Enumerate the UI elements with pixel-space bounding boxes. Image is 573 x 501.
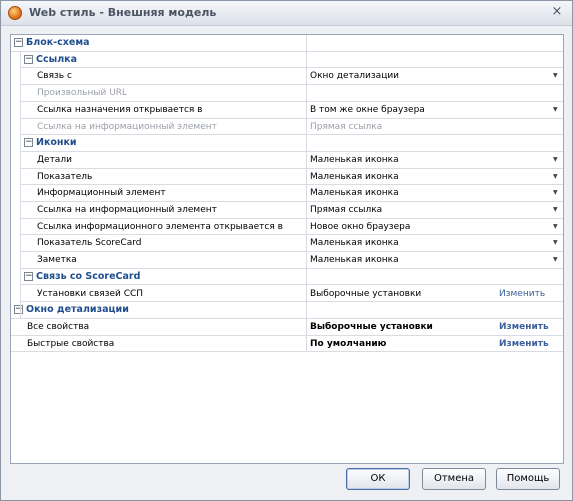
property-value[interactable]: Маленькая иконка bbox=[307, 152, 399, 168]
edit-link[interactable]: Изменить bbox=[499, 286, 545, 302]
property-name: Установки связей ССП bbox=[37, 288, 144, 299]
property-value[interactable]: Прямая ссылка bbox=[307, 202, 382, 218]
dropdown-arrow-icon[interactable]: ▼ bbox=[553, 68, 558, 84]
property-row[interactable]: Быстрые свойства По умолчанию Изменить bbox=[11, 336, 563, 352]
property-name: Ссылка на информационный элемент bbox=[37, 121, 217, 132]
property-name: Произвольный URL bbox=[37, 88, 128, 99]
dropdown-arrow-icon[interactable]: ▼ bbox=[553, 185, 558, 201]
property-name: Ссылка на информационный элемент bbox=[37, 205, 217, 215]
ok-button[interactable]: ОК bbox=[346, 468, 410, 490]
collapse-icon[interactable]: − bbox=[24, 138, 33, 148]
property-row[interactable]: Ссылка назначения открывается в В том же … bbox=[11, 102, 563, 118]
section-title: Блок-схема bbox=[26, 37, 90, 48]
indent-guide bbox=[20, 51, 21, 319]
property-value[interactable]: Маленькая иконка bbox=[307, 169, 399, 185]
property-row[interactable]: Показатель Маленькая иконка ▼ bbox=[11, 169, 563, 185]
section-title: Связь со ScoreCard bbox=[36, 270, 141, 282]
property-value[interactable]: Маленькая иконка bbox=[307, 252, 399, 268]
property-row[interactable]: Информационный элемент Маленькая иконка ▼ bbox=[11, 185, 563, 201]
dropdown-arrow-icon[interactable]: ▼ bbox=[553, 152, 558, 168]
cancel-button[interactable]: Отмена bbox=[422, 468, 486, 490]
app-icon bbox=[8, 6, 22, 20]
property-value[interactable]: Окно детализации bbox=[307, 68, 399, 84]
property-row[interactable]: Все свойства Выборочные установки Изменить bbox=[11, 319, 563, 335]
section-header-scorecard[interactable]: − Связь со ScoreCard bbox=[11, 269, 563, 285]
dropdown-arrow-icon[interactable]: ▼ bbox=[553, 252, 558, 268]
property-value[interactable]: Выборочные установки bbox=[307, 286, 421, 302]
property-value[interactable]: По умолчанию bbox=[307, 336, 386, 352]
collapse-icon[interactable]: − bbox=[24, 271, 33, 281]
property-row[interactable]: Детали Маленькая иконка ▼ bbox=[11, 152, 563, 168]
property-name: Связь с bbox=[37, 71, 72, 82]
section-title: Иконки bbox=[36, 137, 77, 149]
property-row[interactable]: Показатель ScoreCard Маленькая иконка ▼ bbox=[11, 235, 563, 251]
property-name: Быстрые свойства bbox=[27, 338, 115, 349]
edit-link[interactable]: Изменить bbox=[499, 319, 549, 335]
property-row[interactable]: Заметка Маленькая иконка ▼ bbox=[11, 252, 563, 268]
collapse-icon[interactable]: − bbox=[14, 305, 23, 315]
property-name: Все свойства bbox=[27, 321, 90, 332]
section-header-flowchart[interactable]: − Блок-схема bbox=[11, 35, 563, 51]
column-divider bbox=[306, 35, 307, 352]
property-row[interactable]: Ссылка на информационный элемент Прямая с… bbox=[11, 202, 563, 218]
window-title: Web стиль - Внешняя модель bbox=[29, 6, 217, 19]
dropdown-arrow-icon[interactable]: ▼ bbox=[553, 219, 558, 235]
property-name: Информационный элемент bbox=[37, 188, 166, 199]
property-row[interactable]: Ссылка на информационный элемент Прямая с… bbox=[11, 119, 563, 135]
property-name: Показатель ScoreCard bbox=[37, 238, 142, 249]
edit-link[interactable]: Изменить bbox=[499, 336, 549, 352]
property-name: Показатель bbox=[37, 171, 93, 182]
dropdown-arrow-icon[interactable]: ▼ bbox=[553, 102, 558, 118]
property-row[interactable]: Ссылка информационного элемента открывае… bbox=[11, 219, 563, 235]
dialog-window: Web стиль - Внешняя модель × − Блок-схема… bbox=[0, 0, 573, 501]
property-grid: − Блок-схема − Ссылка Связь с Окно детализаци… bbox=[10, 34, 564, 464]
collapse-icon[interactable]: − bbox=[14, 38, 23, 47]
help-button[interactable]: Помощь bbox=[496, 468, 560, 490]
property-value[interactable]: Маленькая иконка bbox=[307, 185, 399, 201]
property-row[interactable]: Произвольный URL bbox=[11, 85, 563, 101]
property-name: Заметка bbox=[37, 255, 77, 266]
section-header-icons[interactable]: − Иконки bbox=[11, 135, 563, 151]
property-row[interactable]: Связь с Окно детализации ▼ bbox=[11, 68, 563, 84]
section-header-detail[interactable]: − Окно детализации bbox=[11, 302, 563, 318]
property-value[interactable]: Маленькая иконка bbox=[307, 235, 399, 251]
close-button[interactable]: × bbox=[550, 5, 564, 19]
collapse-icon[interactable]: − bbox=[24, 54, 33, 64]
property-row[interactable]: Установки связей ССП Выборочные установки… bbox=[11, 286, 563, 302]
dropdown-arrow-icon[interactable]: ▼ bbox=[553, 202, 558, 218]
property-value[interactable]: Новое окно браузера bbox=[307, 219, 410, 235]
row-divider bbox=[11, 351, 563, 352]
dropdown-arrow-icon[interactable]: ▼ bbox=[553, 235, 558, 251]
section-title: Окно детализации bbox=[26, 304, 129, 316]
section-title: Ссылка bbox=[36, 53, 78, 65]
property-value[interactable]: Выборочные установки bbox=[307, 319, 433, 335]
property-value[interactable]: Прямая ссылка bbox=[307, 119, 382, 135]
property-name: Детали bbox=[37, 154, 72, 165]
property-name: Ссылка информационного элемента открывае… bbox=[37, 221, 283, 232]
section-header-link[interactable]: − Ссылка bbox=[11, 52, 563, 68]
property-name: Ссылка назначения открывается в bbox=[37, 104, 203, 115]
title-bar[interactable]: Web стиль - Внешняя модель × bbox=[1, 1, 572, 26]
property-value[interactable]: В том же окне браузера bbox=[307, 102, 425, 118]
dropdown-arrow-icon[interactable]: ▼ bbox=[553, 169, 558, 185]
